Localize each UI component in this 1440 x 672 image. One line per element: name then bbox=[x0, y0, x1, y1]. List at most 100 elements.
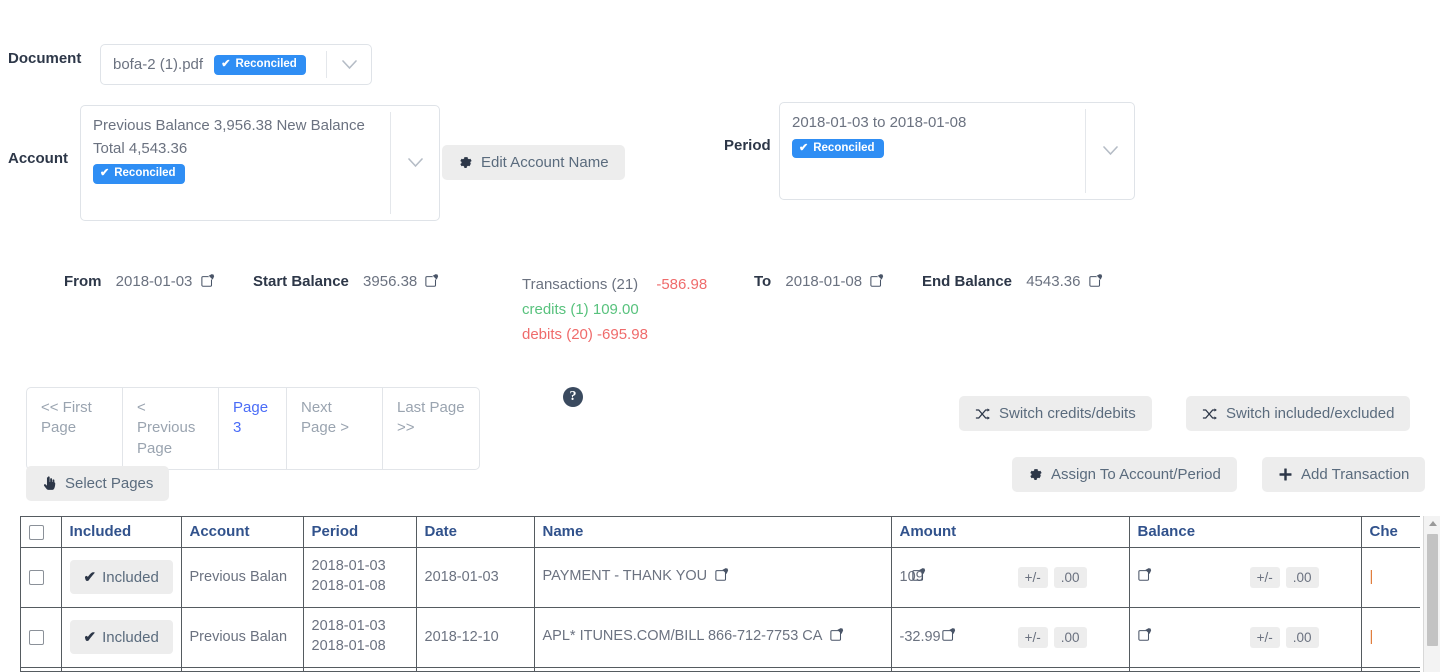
included-toggle[interactable]: ✔ Included bbox=[69, 560, 173, 594]
previous-page-button[interactable]: < Previous Page bbox=[123, 388, 219, 469]
row-period-cell[interactable] bbox=[303, 667, 417, 671]
row-amount-cell[interactable] bbox=[891, 667, 1130, 671]
row-balance-cell[interactable] bbox=[1129, 667, 1362, 671]
edit-pencil-icon[interactable] bbox=[911, 568, 926, 586]
column-header-date[interactable]: Date bbox=[416, 517, 535, 548]
row-name-cell[interactable] bbox=[534, 667, 892, 671]
edit-pencil-icon[interactable] bbox=[830, 628, 844, 646]
first-page-button[interactable]: << First Page bbox=[27, 388, 123, 469]
balance-plusminus-button[interactable]: +/- bbox=[1249, 626, 1280, 648]
row-included-cell[interactable]: ✔ Included bbox=[61, 547, 182, 608]
summary-start-balance: Start Balance 3956.38 bbox=[253, 273, 439, 292]
checkbox-icon[interactable] bbox=[29, 569, 44, 585]
edit-account-name-button[interactable]: Edit Account Name bbox=[442, 145, 625, 180]
row-period-cell[interactable]: 2018-01-03 2018-01-08 bbox=[303, 607, 417, 668]
row-name-cell[interactable]: APL* ITUNES.COM/BILL 866-712-7753 CA bbox=[534, 607, 892, 668]
plus-icon bbox=[1278, 467, 1293, 482]
row-date-cell[interactable]: 2018-12-10 bbox=[416, 607, 535, 668]
row-amount-cell[interactable]: 109 +/- .00 bbox=[891, 547, 1130, 608]
row-check-cell[interactable] bbox=[1361, 667, 1420, 671]
row-balance-cell[interactable]: +/- .00 bbox=[1129, 607, 1362, 668]
row-name-cell[interactable]: PAYMENT - THANK YOU bbox=[534, 547, 892, 608]
edit-pencil-icon[interactable] bbox=[1137, 628, 1152, 646]
add-transaction-button[interactable]: Add Transaction bbox=[1262, 457, 1426, 492]
edit-pencil-icon[interactable] bbox=[1137, 568, 1152, 586]
row-balance-cell[interactable]: +/- .00 bbox=[1129, 547, 1362, 608]
edit-pencil-icon[interactable] bbox=[1088, 274, 1103, 292]
row-account-cell[interactable]: Previous Balan bbox=[181, 547, 304, 608]
row-included-cell[interactable] bbox=[61, 667, 182, 671]
document-select[interactable]: bofa-2 (1).pdf ✔ Reconciled bbox=[100, 44, 372, 85]
row-account-cell[interactable] bbox=[181, 667, 304, 671]
check-number-value: | bbox=[1369, 629, 1374, 645]
checkbox-icon[interactable] bbox=[29, 524, 44, 540]
account-label: Account bbox=[8, 150, 68, 167]
balance-decimals-button[interactable]: .00 bbox=[1285, 626, 1319, 648]
table-row[interactable] bbox=[21, 667, 1420, 671]
column-header-check[interactable]: Che bbox=[1361, 517, 1420, 548]
included-toggle[interactable]: ✔ Included bbox=[69, 620, 173, 654]
column-header-account[interactable]: Account bbox=[181, 517, 304, 548]
switch-included-excluded-button[interactable]: Switch included/excluded bbox=[1186, 396, 1411, 431]
edit-pencil-icon[interactable] bbox=[870, 274, 884, 292]
check-number-value: | bbox=[1369, 569, 1374, 585]
column-header-balance[interactable]: Balance bbox=[1129, 517, 1362, 548]
period-select-value: 2018-01-03 to 2018-01-08 ✔ Reconciled bbox=[780, 103, 1085, 168]
check-icon: ✔ bbox=[83, 629, 97, 646]
amount-decimals-button[interactable]: .00 bbox=[1053, 566, 1087, 588]
row-period-cell[interactable]: 2018-01-03 2018-01-08 bbox=[303, 547, 417, 608]
select-all-header[interactable] bbox=[21, 517, 62, 548]
check-icon: ✔ bbox=[799, 141, 809, 154]
included-label: Included bbox=[102, 568, 159, 586]
edit-pencil-icon[interactable] bbox=[200, 274, 215, 292]
row-included-cell[interactable]: ✔ Included bbox=[61, 607, 182, 668]
account-chevron-down-icon[interactable] bbox=[391, 158, 439, 168]
amount-plusminus-button[interactable]: +/- bbox=[1017, 626, 1048, 648]
amount-decimals-button[interactable]: .00 bbox=[1053, 626, 1087, 648]
checkbox-icon[interactable] bbox=[29, 629, 44, 645]
row-amount-cell[interactable]: -32.99 +/- .00 bbox=[891, 607, 1130, 668]
transaction-name: PAYMENT - THANK YOU bbox=[542, 568, 708, 584]
scroll-up-arrow-icon[interactable] bbox=[1429, 521, 1437, 526]
period-chevron-down-icon[interactable] bbox=[1086, 146, 1134, 156]
edit-pencil-icon[interactable] bbox=[941, 628, 956, 646]
row-select-checkbox-cell[interactable] bbox=[21, 667, 62, 671]
assign-to-account-period-button[interactable]: Assign To Account/Period bbox=[1012, 457, 1237, 492]
row-date-cell[interactable]: 2018-01-03 bbox=[416, 547, 535, 608]
shuffle-icon bbox=[1202, 407, 1218, 421]
scrollbar-thumb[interactable] bbox=[1427, 534, 1438, 646]
row-select-checkbox-cell[interactable] bbox=[21, 547, 62, 608]
row-check-cell[interactable]: | bbox=[1361, 607, 1420, 668]
current-page-indicator[interactable]: Page 3 bbox=[219, 388, 287, 469]
hand-pointer-icon bbox=[42, 476, 57, 491]
row-account-cell[interactable]: Previous Balan bbox=[181, 607, 304, 668]
amount-plusminus-button[interactable]: +/- bbox=[1017, 566, 1048, 588]
table-vertical-scrollbar[interactable] bbox=[1423, 516, 1440, 672]
column-header-name[interactable]: Name bbox=[534, 517, 892, 548]
column-header-period[interactable]: Period bbox=[303, 517, 417, 548]
period-select[interactable]: 2018-01-03 to 2018-01-08 ✔ Reconciled bbox=[779, 102, 1135, 200]
column-header-amount[interactable]: Amount bbox=[891, 517, 1130, 548]
next-page-button[interactable]: Next Page > bbox=[287, 388, 383, 469]
help-question-icon[interactable]: ? bbox=[563, 387, 583, 407]
row-check-cell[interactable]: | bbox=[1361, 547, 1420, 608]
summary-from: From 2018-01-03 bbox=[64, 273, 215, 292]
balance-decimals-button[interactable]: .00 bbox=[1285, 566, 1319, 588]
table-row[interactable]: ✔ Included Previous Balan 2018-01-03 201… bbox=[21, 607, 1420, 668]
balance-plusminus-button[interactable]: +/- bbox=[1249, 566, 1280, 588]
document-chevron-down-icon[interactable] bbox=[327, 59, 371, 70]
switch-credits-debits-button[interactable]: Switch credits/debits bbox=[959, 396, 1152, 431]
row-date-cell[interactable] bbox=[416, 667, 535, 671]
summary-debits: debits (20) -695.98 bbox=[522, 325, 648, 343]
edit-pencil-icon[interactable] bbox=[715, 568, 729, 586]
account-select[interactable]: Previous Balance 3,956.38 New Balance To… bbox=[80, 105, 440, 221]
switch-credits-debits-label: Switch credits/debits bbox=[999, 405, 1136, 422]
table-row[interactable]: ✔ Included Previous Balan 2018-01-03 201… bbox=[21, 547, 1420, 608]
pagination[interactable]: << First Page < Previous Page Page 3 Nex… bbox=[26, 387, 480, 470]
row-select-checkbox-cell[interactable] bbox=[21, 607, 62, 668]
last-page-button[interactable]: Last Page >> bbox=[383, 388, 479, 469]
transaction-name: APL* ITUNES.COM/BILL 866-712-7753 CA bbox=[542, 628, 822, 644]
select-pages-button[interactable]: Select Pages bbox=[26, 466, 170, 501]
edit-pencil-icon[interactable] bbox=[425, 274, 439, 292]
column-header-included[interactable]: Included bbox=[61, 517, 182, 548]
